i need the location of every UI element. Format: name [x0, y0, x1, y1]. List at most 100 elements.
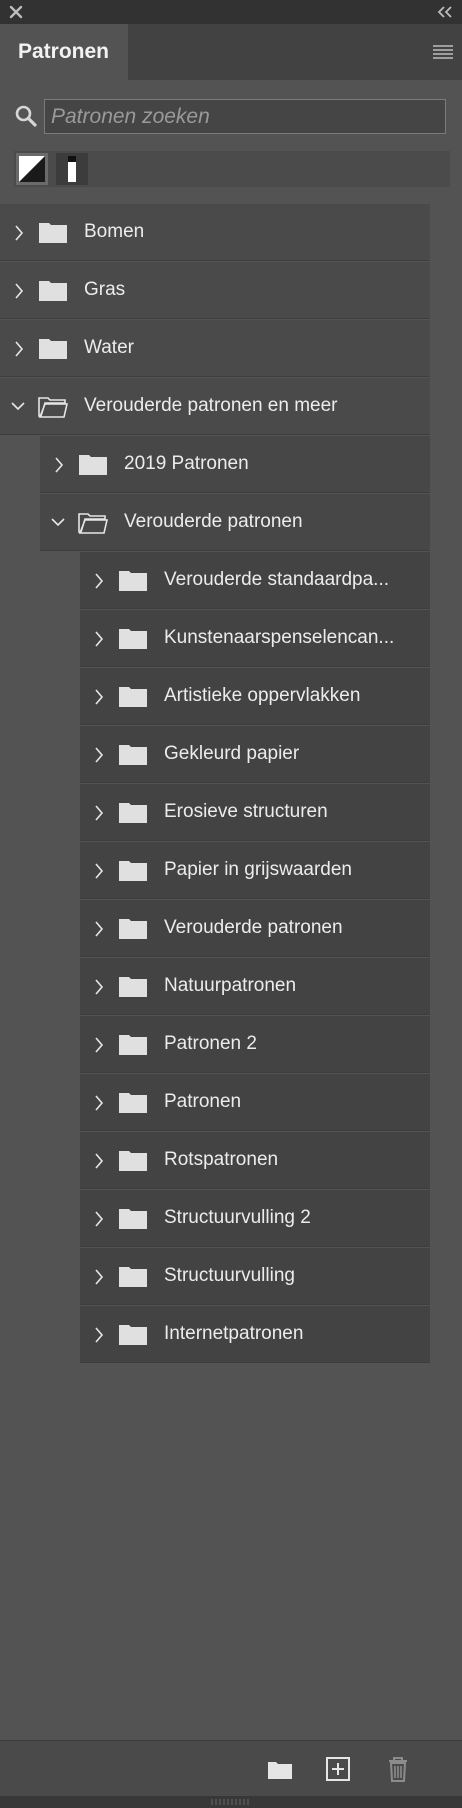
- tree-row[interactable]: Patronen 2: [80, 1016, 430, 1073]
- resize-grip[interactable]: [0, 1796, 462, 1808]
- tree-row-label: Verouderde patronen en meer: [84, 395, 338, 416]
- search-field[interactable]: [44, 99, 446, 134]
- search-input[interactable]: [45, 100, 445, 133]
- tree-row[interactable]: Verouderde patronen en meer: [0, 378, 430, 435]
- tree-row-label: 2019 Patronen: [124, 453, 249, 474]
- tree-row[interactable]: Artistieke oppervlakken: [80, 668, 430, 725]
- row-divider: [0, 260, 430, 261]
- tab-row: Patronen: [0, 24, 462, 81]
- folder-icon: [119, 1325, 147, 1345]
- folder-icon: [119, 687, 147, 707]
- folder-icon: [119, 629, 147, 649]
- double-chevron-left-icon[interactable]: [436, 4, 454, 20]
- tree-row-label: Rotspatronen: [164, 1149, 279, 1170]
- chevron-right-icon[interactable]: [92, 629, 106, 649]
- chevron-right-icon[interactable]: [92, 1209, 106, 1229]
- tree-row-label: Gekleurd papier: [164, 743, 300, 764]
- tree-row[interactable]: Erosieve structuren: [80, 784, 430, 841]
- chevron-right-icon[interactable]: [52, 455, 66, 475]
- tree-row[interactable]: Water: [0, 320, 430, 377]
- hamburger-menu-icon[interactable]: [432, 44, 454, 60]
- chevron-right-icon[interactable]: [92, 1151, 106, 1171]
- chevron-right-icon[interactable]: [92, 803, 106, 823]
- tree-row[interactable]: Verouderde standaardpa...: [80, 552, 430, 609]
- chevron-right-icon[interactable]: [92, 1325, 106, 1345]
- row-divider: [80, 840, 430, 841]
- folder-icon: [119, 1151, 147, 1171]
- new-group-folder-icon[interactable]: [266, 1755, 294, 1783]
- tree-row-label: Papier in grijswaarden: [164, 859, 352, 880]
- folder-icon: [119, 803, 147, 823]
- chevron-right-icon[interactable]: [92, 571, 106, 591]
- tree-row-label: Verouderde standaardpa...: [164, 569, 390, 590]
- add-square-icon[interactable]: [324, 1755, 352, 1783]
- tree-row[interactable]: Verouderde patronen: [80, 900, 430, 957]
- row-divider: [80, 782, 430, 783]
- row-divider: [80, 1304, 430, 1305]
- tree-row[interactable]: Bomen: [0, 204, 430, 261]
- tree-row[interactable]: Natuurpatronen: [80, 958, 430, 1015]
- row-divider: [80, 1130, 430, 1131]
- chevron-down-icon[interactable]: [50, 513, 66, 533]
- chevron-right-icon[interactable]: [92, 745, 106, 765]
- tree-row[interactable]: Patronen: [80, 1074, 430, 1131]
- folder-icon: [119, 1267, 147, 1287]
- folder-icon: [119, 745, 147, 765]
- chevron-down-icon[interactable]: [10, 397, 26, 417]
- tree-row[interactable]: Gekleurd papier: [80, 726, 430, 783]
- tree-row[interactable]: Verouderde patronen: [40, 494, 430, 551]
- tree-row[interactable]: Structuurvulling: [80, 1248, 430, 1305]
- tree-row-label: Patronen: [164, 1091, 242, 1112]
- tree-row[interactable]: Structuurvulling 2: [80, 1190, 430, 1247]
- folder-icon: [79, 455, 107, 475]
- tree-row[interactable]: Gras: [0, 262, 430, 319]
- panel-title: Patronen: [18, 40, 110, 63]
- chevron-right-icon[interactable]: [12, 281, 26, 301]
- tree-row-label: Gras: [84, 279, 126, 300]
- folder-icon: [119, 919, 147, 939]
- tree-row-label: Verouderde patronen: [124, 511, 303, 532]
- chevron-right-icon[interactable]: [12, 223, 26, 243]
- row-divider: [0, 434, 430, 435]
- vertical-bar-pattern-swatch[interactable]: [56, 153, 88, 185]
- grip-dots-icon: [211, 1799, 249, 1805]
- tree-row[interactable]: 2019 Patronen: [40, 436, 430, 493]
- folder-open-icon: [38, 397, 68, 418]
- row-divider: [0, 376, 430, 377]
- chevron-right-icon[interactable]: [92, 1093, 106, 1113]
- pattern-swatch-strip: [14, 151, 450, 187]
- chevron-right-icon[interactable]: [92, 1035, 106, 1055]
- chevron-right-icon[interactable]: [12, 339, 26, 359]
- folder-icon: [119, 1209, 147, 1229]
- trash-icon[interactable]: [384, 1755, 412, 1783]
- tree-row-label: Structuurvulling 2: [164, 1207, 311, 1228]
- tree-row-label: Water: [84, 337, 134, 358]
- folder-icon: [39, 223, 67, 243]
- row-divider: [80, 1246, 430, 1247]
- chevron-right-icon[interactable]: [92, 919, 106, 939]
- row-divider: [80, 1014, 430, 1015]
- close-icon[interactable]: [8, 4, 24, 20]
- tree-row-label: Verouderde patronen: [164, 917, 343, 938]
- folder-open-icon: [78, 513, 108, 534]
- folder-icon: [39, 339, 67, 359]
- tree-row[interactable]: Papier in grijswaarden: [80, 842, 430, 899]
- chevron-right-icon[interactable]: [92, 861, 106, 881]
- row-divider: [0, 318, 430, 319]
- diagonal-pattern-swatch[interactable]: [16, 153, 48, 185]
- tree-row[interactable]: Kunstenaarspenselencan...: [80, 610, 430, 667]
- folder-icon: [119, 571, 147, 591]
- chevron-right-icon[interactable]: [92, 687, 106, 707]
- tree-row-label: Kunstenaarspenselencan...: [164, 627, 395, 648]
- tree-row-label: Bomen: [84, 221, 145, 242]
- tree-row[interactable]: Internetpatronen: [80, 1306, 430, 1363]
- chevron-right-icon[interactable]: [92, 977, 106, 997]
- tree-row[interactable]: Rotspatronen: [80, 1132, 430, 1189]
- tab-patronen[interactable]: Patronen: [0, 24, 128, 81]
- tree-row-label: Artistieke oppervlakken: [164, 685, 361, 706]
- scrollbar-track[interactable]: [430, 204, 462, 1738]
- row-divider: [80, 956, 430, 957]
- folder-icon: [119, 1035, 147, 1055]
- folder-icon: [119, 861, 147, 881]
- chevron-right-icon[interactable]: [92, 1267, 106, 1287]
